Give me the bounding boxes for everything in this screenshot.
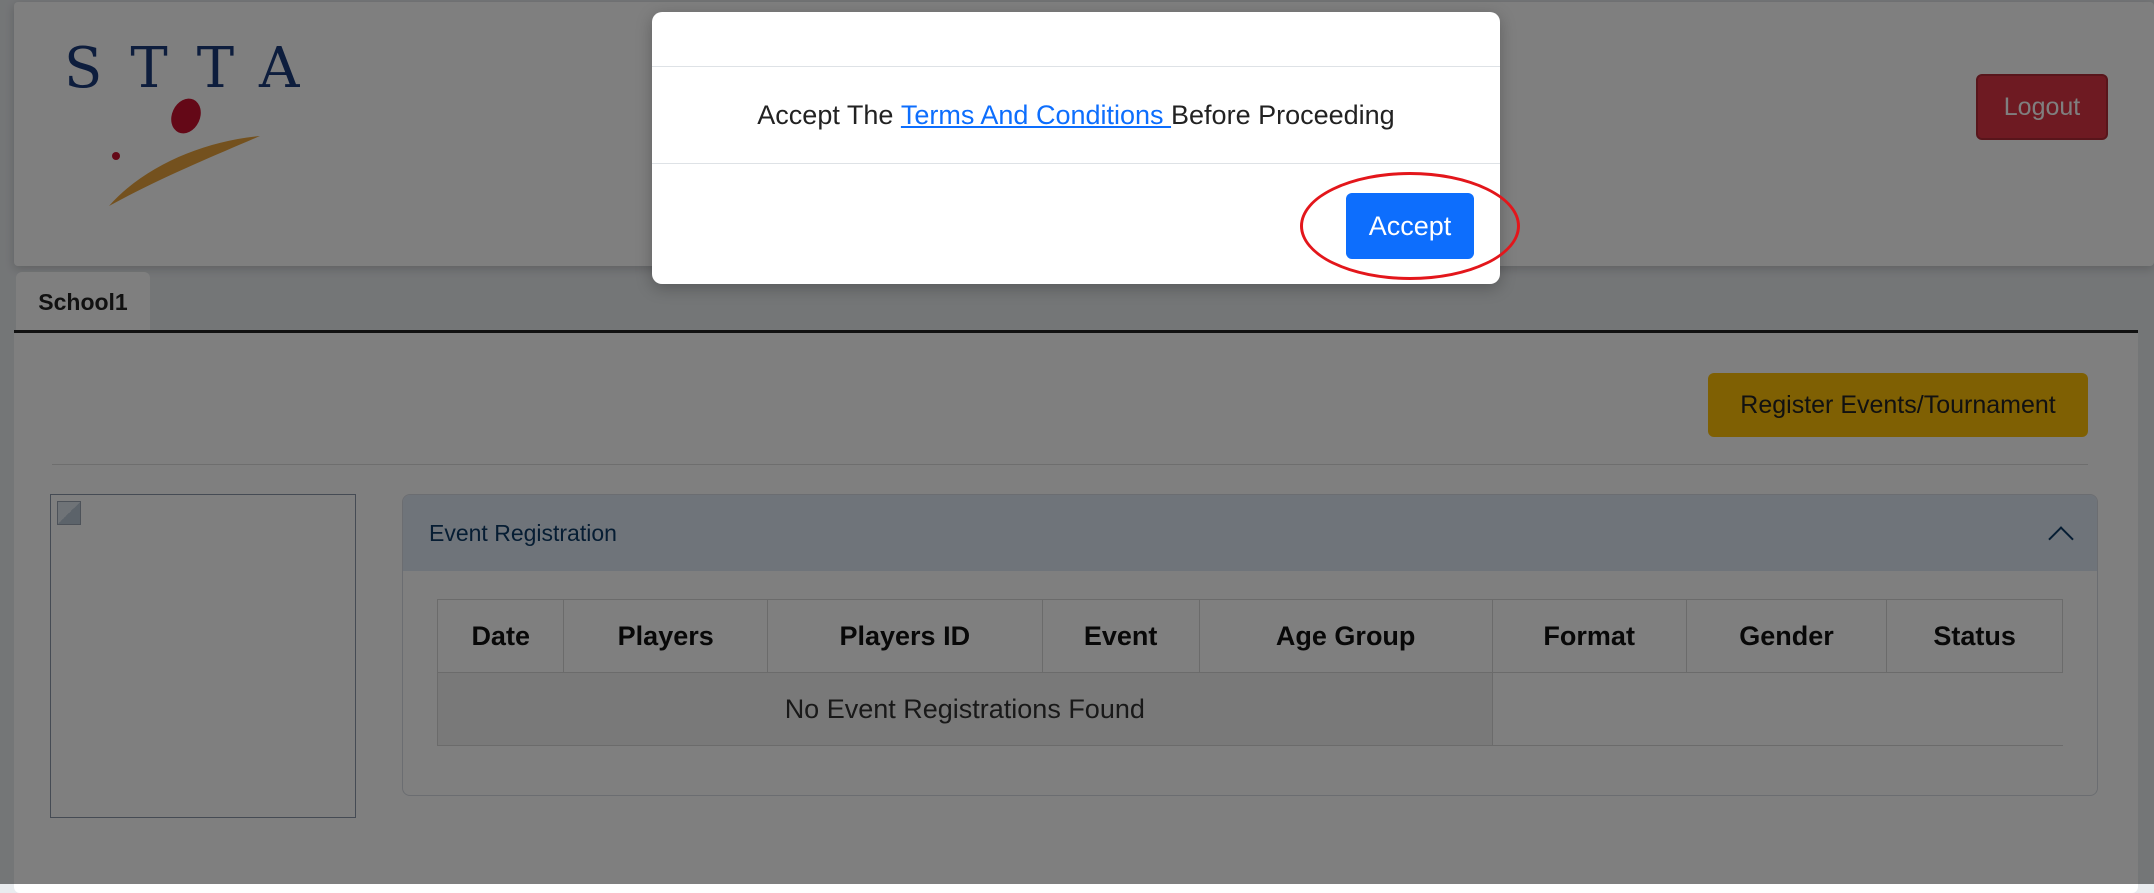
accept-button[interactable]: Accept <box>1346 193 1474 259</box>
modal-header <box>652 12 1500 67</box>
modal-text-before: Accept The <box>757 99 901 130</box>
terms-link[interactable]: Terms And Conditions <box>901 100 1171 131</box>
modal-text-after: Before Proceeding <box>1171 99 1395 130</box>
page: STTA Logout School1 Register Events/Tour… <box>0 0 2154 893</box>
modal-body: Accept The Terms And Conditions Before P… <box>652 67 1500 164</box>
terms-modal: Accept The Terms And Conditions Before P… <box>652 12 1500 284</box>
